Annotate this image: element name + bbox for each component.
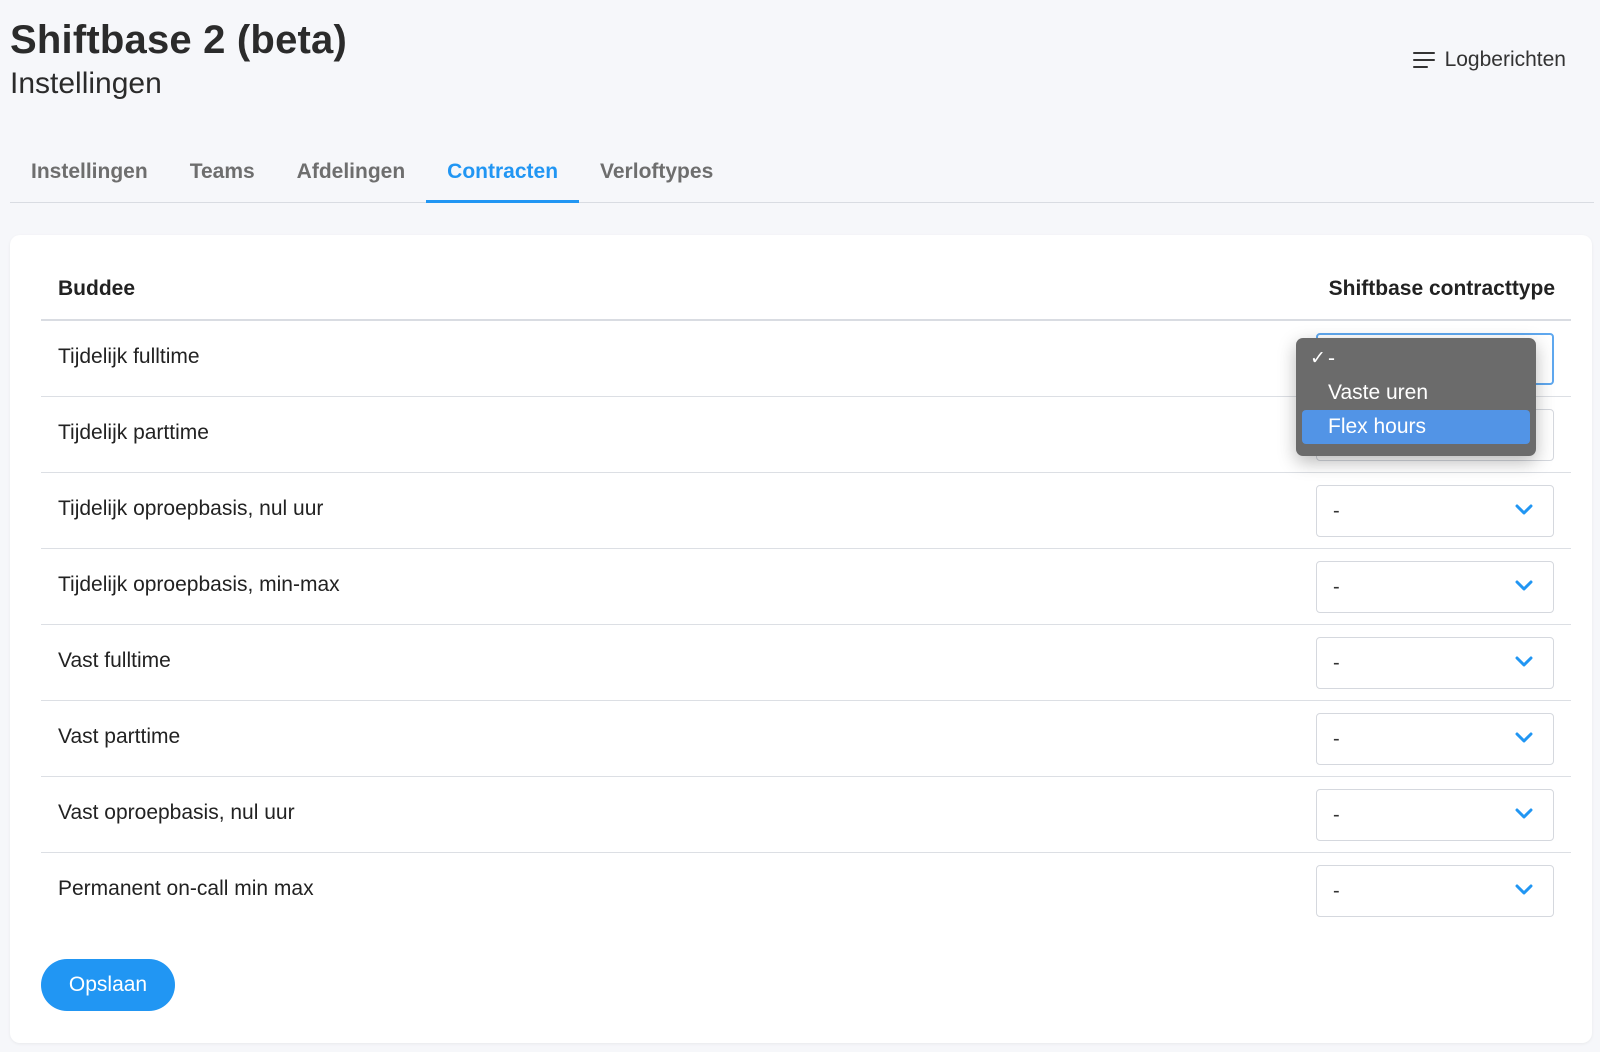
chevron-down-icon bbox=[1515, 580, 1533, 592]
row-label: Tijdelijk fulltime bbox=[58, 345, 200, 368]
dropdown-option-vaste-uren[interactable]: Vaste uren bbox=[1302, 376, 1530, 410]
select-value: - bbox=[1333, 728, 1340, 750]
select-value: - bbox=[1333, 804, 1340, 826]
contract-type-select[interactable]: - bbox=[1316, 789, 1554, 841]
tab-verloftypes[interactable]: Verloftypes bbox=[579, 142, 734, 202]
column-header-shiftbase: Shiftbase contracttype bbox=[1328, 277, 1555, 300]
tab-contracten[interactable]: Contracten bbox=[426, 142, 579, 203]
dropdown-option-label: Vaste uren bbox=[1328, 381, 1429, 404]
tab-bar: Instellingen Teams Afdelingen Contracten… bbox=[10, 142, 1594, 203]
row-label: Vast parttime bbox=[58, 725, 181, 748]
dropdown-option-label: - bbox=[1328, 347, 1335, 370]
page-subtitle: Instellingen bbox=[10, 67, 162, 100]
table-row: Vast fulltime - bbox=[41, 625, 1571, 701]
tab-instellingen[interactable]: Instellingen bbox=[10, 142, 169, 202]
table-row: Vast oproepbasis, nul uur - bbox=[41, 777, 1571, 853]
dropdown-option-flex-hours[interactable]: Flex hours bbox=[1302, 410, 1530, 444]
table-row: Permanent on-call min max - bbox=[41, 853, 1571, 929]
row-label: Tijdelijk oproepbasis, min-max bbox=[58, 573, 340, 596]
log-messages-label: Logberichten bbox=[1444, 48, 1566, 71]
table-header: Buddee Shiftbase contracttype bbox=[41, 267, 1571, 321]
contract-type-select[interactable]: - bbox=[1316, 637, 1554, 689]
select-value: - bbox=[1333, 880, 1340, 902]
row-label: Tijdelijk oproepbasis, nul uur bbox=[58, 497, 324, 520]
save-button[interactable]: Opslaan bbox=[41, 959, 175, 1011]
select-value: - bbox=[1333, 500, 1340, 522]
select-value: - bbox=[1333, 576, 1340, 598]
app-title: Shiftbase 2 (beta) bbox=[10, 18, 347, 62]
dropdown-option-none[interactable]: ✓ - bbox=[1302, 342, 1530, 376]
log-messages-button[interactable]: Logberichten bbox=[1412, 44, 1566, 76]
contract-type-select[interactable]: - bbox=[1316, 713, 1554, 765]
row-label: Tijdelijk parttime bbox=[58, 421, 209, 444]
tab-teams[interactable]: Teams bbox=[169, 142, 276, 202]
contract-type-select[interactable]: - bbox=[1316, 865, 1554, 917]
row-label: Permanent on-call min max bbox=[58, 877, 314, 900]
dropdown-option-label: Flex hours bbox=[1328, 415, 1427, 438]
table-row: Vast parttime - bbox=[41, 701, 1571, 777]
column-header-buddee: Buddee bbox=[58, 277, 136, 300]
chevron-down-icon bbox=[1515, 884, 1533, 896]
table-row: Tijdelijk oproepbasis, nul uur - bbox=[41, 473, 1571, 549]
row-label: Vast oproepbasis, nul uur bbox=[58, 801, 295, 824]
contract-type-dropdown-menu: ✓ - Vaste uren Flex hours bbox=[1296, 338, 1536, 456]
chevron-down-icon bbox=[1515, 732, 1533, 744]
menu-lines-icon bbox=[1412, 51, 1435, 69]
checkmark-icon: ✓ bbox=[1310, 348, 1326, 369]
table-row: Tijdelijk oproepbasis, min-max - bbox=[41, 549, 1571, 625]
chevron-down-icon bbox=[1515, 808, 1533, 820]
chevron-down-icon bbox=[1515, 504, 1533, 516]
row-label: Vast fulltime bbox=[58, 649, 171, 672]
chevron-down-icon bbox=[1515, 656, 1533, 668]
contract-type-select[interactable]: - bbox=[1316, 561, 1554, 613]
select-value: - bbox=[1333, 652, 1340, 674]
tab-afdelingen[interactable]: Afdelingen bbox=[276, 142, 427, 202]
contract-type-select[interactable]: - bbox=[1316, 485, 1554, 537]
